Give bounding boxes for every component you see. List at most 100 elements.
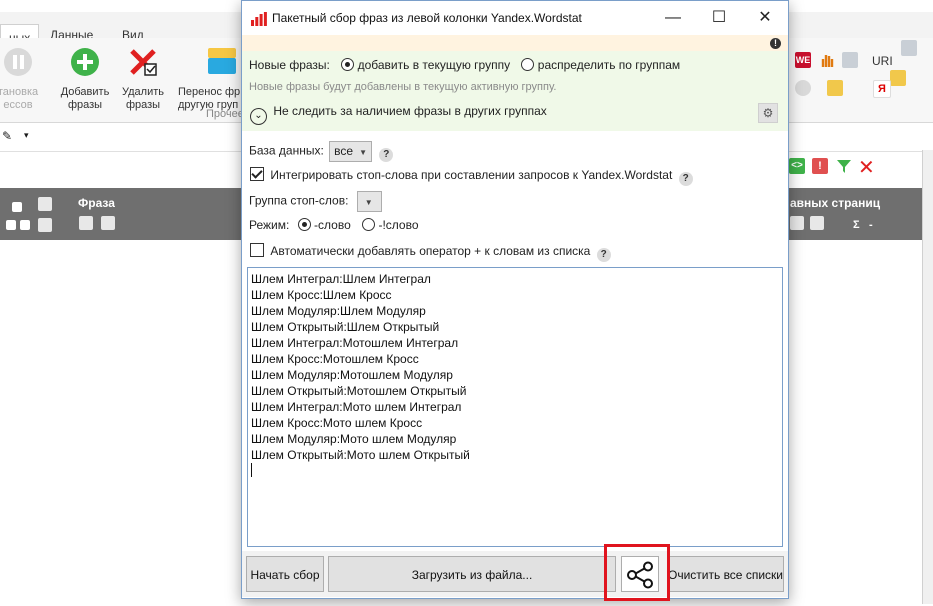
maximize-button[interactable]: ☐ bbox=[696, 1, 742, 35]
phrases-textarea[interactable]: Шлем Интеграл:Шлем Интеграл Шлем Кросс:Шл… bbox=[247, 267, 783, 547]
phrase-line: Шлем Модуляр:Шлем Модуляр bbox=[251, 304, 426, 318]
header-toggle-icon[interactable] bbox=[6, 220, 16, 230]
header-clear-icon[interactable] bbox=[38, 218, 52, 232]
help-icon[interactable]: ? bbox=[379, 147, 394, 162]
radio-distribute[interactable] bbox=[521, 58, 535, 71]
option-minus-word[interactable]: -слово bbox=[297, 218, 351, 232]
track-others-toggle[interactable]: ⌄ Не следить за наличием фразы в других … bbox=[250, 104, 547, 125]
main-pages-column-header[interactable]: авных страниц bbox=[790, 196, 880, 210]
dialog-title: Пакетный сбор фраз из левой колонки Yand… bbox=[272, 11, 582, 25]
move-to-group-button[interactable]: Перенос фр другую груп bbox=[178, 42, 244, 112]
phrase-clear-icon[interactable] bbox=[101, 216, 115, 230]
radio-minus-excl-word[interactable] bbox=[362, 218, 376, 231]
integrate-stopwords-row[interactable]: Интегрировать стоп-слова при составлении… bbox=[250, 167, 693, 186]
database-row: База данных: все ▼ ? bbox=[249, 141, 394, 162]
chevron-down-icon: ▼ bbox=[364, 198, 373, 207]
phrase-line: Шлем Открытый:Мотошлем Открытый bbox=[251, 384, 467, 398]
cube-icon[interactable] bbox=[890, 70, 906, 86]
add-phrases-label-1: Добавить bbox=[60, 86, 110, 98]
record-icon[interactable] bbox=[795, 80, 811, 96]
new-phrases-hint: Новые фразы будут добавлены в текущую ак… bbox=[249, 81, 557, 93]
filter-icon[interactable] bbox=[836, 158, 852, 174]
stop-icon bbox=[4, 48, 32, 76]
new-phrases-label: Новые фразы: bbox=[249, 58, 330, 72]
close-grid-icon[interactable]: ✕ bbox=[858, 155, 875, 180]
main-pages-clear-icon[interactable] bbox=[810, 216, 824, 230]
auto-plus-checkbox[interactable] bbox=[250, 243, 264, 257]
stopword-group-row: Группа стоп-слов: ▼ bbox=[249, 191, 382, 212]
help-icon[interactable]: ? bbox=[678, 172, 693, 186]
clear-all-lists-button[interactable]: Очистить все списки bbox=[667, 556, 784, 592]
share-button-highlight bbox=[604, 544, 670, 601]
main-pages-filter-icon[interactable] bbox=[790, 216, 804, 230]
dash-label: - bbox=[869, 219, 873, 231]
database-select[interactable]: все ▼ bbox=[329, 141, 372, 162]
database-label: База данных: bbox=[249, 143, 324, 158]
header-filter-icon[interactable] bbox=[38, 197, 52, 211]
auto-plus-row[interactable]: Автоматически добавлять оператор + к сло… bbox=[250, 243, 611, 262]
select-all-checkbox[interactable] bbox=[12, 202, 22, 212]
minimize-button[interactable]: — bbox=[650, 1, 696, 35]
radio-add-to-current[interactable] bbox=[341, 58, 355, 71]
ribbon-group-other: Прочее bbox=[206, 108, 244, 120]
stop-label-1: тановка bbox=[0, 86, 39, 98]
code-icon[interactable]: <> bbox=[789, 158, 805, 174]
phrase-filter-icon[interactable] bbox=[79, 216, 93, 230]
grid-scrollbar[interactable] bbox=[922, 150, 933, 604]
phrase-line: Шлем Кросс:Мотошлем Кросс bbox=[251, 352, 419, 366]
delete-phrases-label-1: Удалить bbox=[122, 86, 164, 98]
help-icon[interactable]: ! bbox=[770, 38, 781, 49]
stop-processes-button[interactable]: тановка ессов bbox=[0, 46, 42, 112]
phrase-line: Шлем Интеграл:Шлем Интеграл bbox=[251, 272, 431, 286]
delete-phrases-button[interactable]: Удалить фразы bbox=[117, 46, 169, 112]
toolbar-dropdown-icon[interactable]: ▾ bbox=[24, 130, 29, 141]
add-icon bbox=[71, 48, 99, 76]
help-icon[interactable]: ? bbox=[596, 248, 611, 262]
url-label: URI bbox=[872, 54, 893, 68]
phrase-line: Шлем Открытый:Шлем Открытый bbox=[251, 320, 440, 334]
we-icon[interactable]: WE bbox=[795, 52, 811, 68]
header-toggle-icon-2[interactable] bbox=[20, 220, 30, 230]
dialog-titlebar[interactable]: Пакетный сбор фраз из левой колонки Yand… bbox=[242, 1, 788, 35]
phrase-column-header[interactable]: Фраза bbox=[78, 196, 115, 210]
option-add-label: добавить в текущую группу bbox=[357, 58, 511, 72]
filter-glyph bbox=[837, 160, 851, 173]
mode-minus-label: -слово bbox=[314, 218, 351, 232]
help-bar bbox=[242, 35, 788, 51]
option-minus-excl-word[interactable]: -!слово bbox=[362, 218, 419, 232]
tool-pointer-icon[interactable]: ✎ bbox=[2, 129, 12, 143]
stopword-group-select[interactable]: ▼ bbox=[356, 191, 382, 212]
phrase-line: Шлем Интеграл:Мотошлем Интеграл bbox=[251, 336, 459, 350]
integrate-stopwords-checkbox[interactable] bbox=[250, 167, 264, 181]
mode-row: Режим: -слово -!слово bbox=[249, 218, 419, 232]
yandex-icon[interactable]: Я bbox=[873, 80, 891, 98]
option-add-to-current[interactable]: добавить в текущую группу bbox=[341, 58, 510, 72]
text-caret bbox=[251, 463, 779, 481]
move-label-1: Перенос фр bbox=[178, 86, 241, 98]
phrase-line: Шлем Открытый:Мото шлем Открытый bbox=[251, 448, 470, 462]
alert-icon[interactable]: ! bbox=[812, 158, 828, 174]
box-icon[interactable] bbox=[827, 80, 843, 96]
radio-minus-word[interactable] bbox=[297, 218, 311, 231]
option-distribute-label: распределить по группам bbox=[537, 58, 681, 72]
phrase-line: Шлем Интеграл:Мото шлем Интеграл bbox=[251, 400, 462, 414]
option-distribute[interactable]: распределить по группам bbox=[521, 58, 680, 72]
chevron-down-icon[interactable]: ⌄ bbox=[250, 108, 267, 125]
hand-icon[interactable] bbox=[819, 52, 835, 68]
load-from-file-button[interactable]: Загрузить из файла... bbox=[328, 556, 616, 592]
add-phrases-button[interactable]: Добавить фразы bbox=[57, 46, 113, 112]
delete-icon bbox=[130, 49, 157, 76]
calculator-icon[interactable] bbox=[842, 52, 858, 68]
new-phrases-row: Новые фразы: добавить в текущую группу р… bbox=[249, 58, 680, 72]
wordstat-bars-icon bbox=[251, 12, 267, 26]
database-value: все bbox=[334, 144, 354, 158]
start-collection-button[interactable]: Начать сбор bbox=[246, 556, 324, 592]
integrate-stopwords-label: Интегрировать стоп-слова при составлении… bbox=[270, 168, 673, 182]
gear-icon[interactable]: ⚙ bbox=[758, 103, 778, 123]
stopword-group-label: Группа стоп-слов: bbox=[249, 193, 349, 208]
hand-glyph bbox=[821, 55, 834, 67]
close-button[interactable]: ✕ bbox=[742, 1, 788, 35]
stop-label-2: ессов bbox=[3, 99, 33, 111]
mode-label: Режим: bbox=[249, 218, 290, 232]
table-icon[interactable] bbox=[901, 40, 917, 56]
